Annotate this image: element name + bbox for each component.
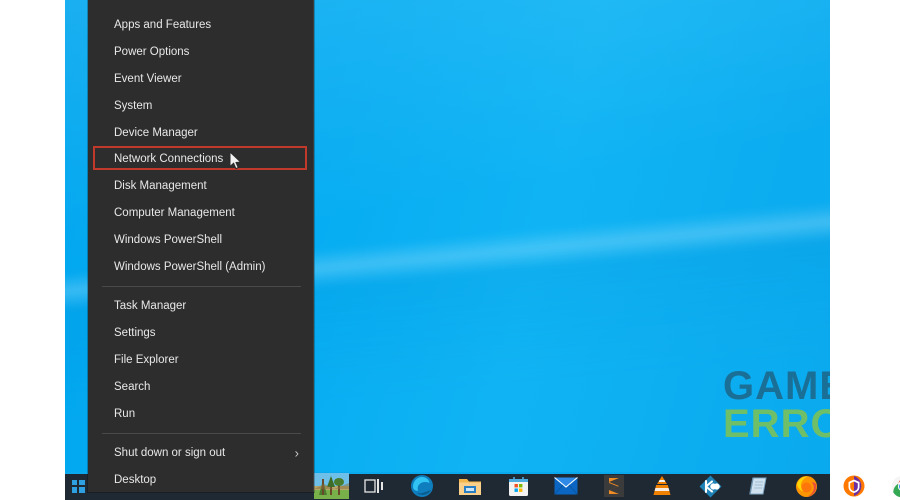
watermark-line-errors: ERRORS xyxy=(723,406,830,444)
menu-item-desktop[interactable]: Desktop xyxy=(88,467,313,492)
menu-item-settings[interactable]: Settings xyxy=(88,320,313,347)
menu-item-label: File Explorer xyxy=(114,354,179,366)
chevron-right-icon: › xyxy=(295,447,299,460)
windows-logo-icon xyxy=(72,480,85,493)
desktop-preview-thumbnail[interactable] xyxy=(313,473,349,499)
menu-item-label: System xyxy=(114,100,152,112)
menu-item-device-manager[interactable]: Device Manager xyxy=(88,119,313,146)
google-chrome-icon[interactable] xyxy=(889,473,900,499)
menu-item-windows-powershell-admin[interactable]: Windows PowerShell (Admin) xyxy=(88,253,313,280)
menu-item-label: Run xyxy=(114,408,135,420)
menu-item-file-explorer[interactable]: File Explorer xyxy=(88,347,313,374)
menu-item-run[interactable]: Run xyxy=(88,400,313,427)
menu-item-label: Windows PowerShell xyxy=(114,234,222,246)
task-view-icon[interactable] xyxy=(361,473,387,499)
menu-item-disk-management[interactable]: Disk Management xyxy=(88,173,313,200)
menu-item-label: Task Manager xyxy=(114,300,186,312)
menu-item-computer-management[interactable]: Computer Management xyxy=(88,200,313,227)
vlc-media-player-icon[interactable] xyxy=(649,473,675,499)
menu-item-label: Apps and Features xyxy=(114,19,211,31)
menu-item-label: Event Viewer xyxy=(114,73,182,85)
menu-item-label: Network Connections xyxy=(114,153,223,165)
watermark-logo: GAMES ERRORS xyxy=(723,368,830,443)
watermark-line-games: GAMES xyxy=(723,368,830,406)
menu-top-padding xyxy=(88,0,313,12)
menu-item-windows-powershell[interactable]: Windows PowerShell xyxy=(88,226,313,253)
menu-separator xyxy=(102,286,301,287)
menu-item-label: Search xyxy=(114,381,150,393)
menu-item-system[interactable]: System xyxy=(88,92,313,119)
power-user-menu[interactable]: Apps and Features Power Options Event Vi… xyxy=(88,0,314,492)
avast-antivirus-icon[interactable] xyxy=(841,473,867,499)
mozilla-firefox-icon[interactable] xyxy=(793,473,819,499)
mail-icon[interactable] xyxy=(553,473,579,499)
menu-item-shut-down-or-sign-out[interactable]: Shut down or sign out › xyxy=(88,440,313,467)
menu-item-label: Desktop xyxy=(114,474,156,486)
menu-item-label: Power Options xyxy=(114,46,189,58)
menu-item-power-options[interactable]: Power Options xyxy=(88,39,313,66)
menu-item-event-viewer[interactable]: Event Viewer xyxy=(88,66,313,93)
menu-item-label: Shut down or sign out xyxy=(114,447,225,459)
menu-item-label: Settings xyxy=(114,327,156,339)
file-explorer-icon[interactable] xyxy=(457,473,483,499)
menu-item-label: Disk Management xyxy=(114,180,207,192)
menu-item-apps-and-features[interactable]: Apps and Features xyxy=(88,12,313,39)
menu-item-label: Computer Management xyxy=(114,207,235,219)
menu-item-search[interactable]: Search xyxy=(88,373,313,400)
menu-item-label: Windows PowerShell (Admin) xyxy=(114,261,265,273)
microsoft-edge-icon[interactable] xyxy=(409,473,435,499)
kodi-icon[interactable] xyxy=(697,473,723,499)
microsoft-store-icon[interactable] xyxy=(505,473,531,499)
menu-item-network-connections[interactable]: Network Connections xyxy=(88,146,313,173)
sublime-text-icon[interactable] xyxy=(601,473,627,499)
menu-separator xyxy=(102,433,301,434)
notepad-icon[interactable] xyxy=(745,473,771,499)
start-button[interactable] xyxy=(65,472,91,500)
screen: GAMES ERRORS xyxy=(0,0,900,500)
menu-item-task-manager[interactable]: Task Manager xyxy=(88,293,313,320)
menu-item-label: Device Manager xyxy=(114,127,198,139)
